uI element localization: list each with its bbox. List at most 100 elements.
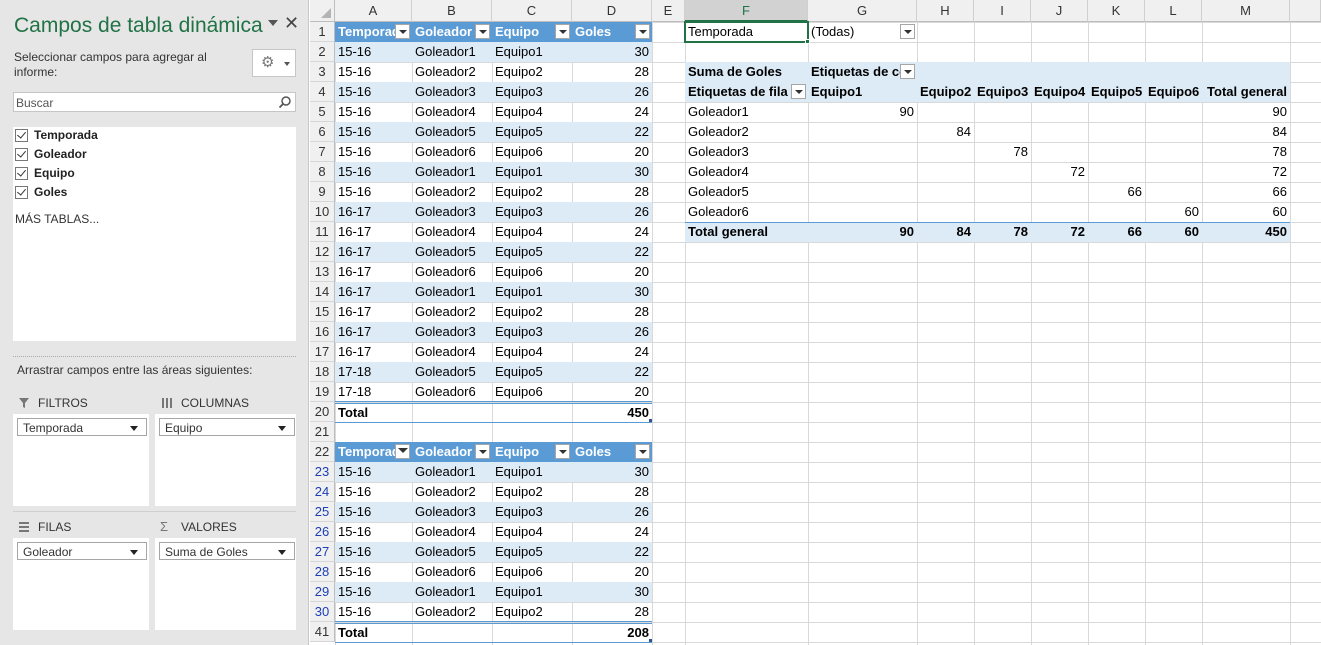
row-header-8[interactable]: 8 [310, 162, 335, 182]
filters-area[interactable]: Temporada [13, 414, 149, 506]
table-cell[interactable]: 15-16 [335, 522, 412, 542]
table-resize-handle[interactable] [649, 639, 652, 642]
pivot-total-label[interactable]: Total general [685, 222, 808, 242]
table-cell[interactable]: Equipo4 [492, 222, 572, 242]
table-header-cell[interactable]: Goles [572, 442, 635, 462]
pivot-value-cell[interactable]: 78 [1202, 142, 1290, 162]
pivot-value-cell[interactable]: 84 [1202, 122, 1290, 142]
table-cell[interactable]: 15-16 [335, 122, 412, 142]
table-cell[interactable]: 30 [572, 42, 652, 62]
row-header-22[interactable]: 22 [310, 442, 335, 462]
table-cell[interactable]: Equipo4 [492, 102, 572, 122]
table-cell[interactable]: Goleador2 [412, 302, 492, 322]
row-header-16[interactable]: 16 [310, 322, 335, 342]
pivot-value-cell[interactable]: 90 [1202, 102, 1290, 122]
row-header-1[interactable]: 1 [310, 22, 335, 42]
pivot-row-label[interactable]: Goleador1 [685, 102, 808, 122]
table-total-value[interactable]: 208 [572, 623, 652, 643]
close-icon[interactable]: ✕ [284, 13, 299, 33]
filter-dropdown-icon[interactable] [555, 444, 570, 459]
table-cell[interactable]: Goleador1 [412, 162, 492, 182]
table-cell[interactable]: Goleador2 [412, 62, 492, 82]
pivot-total-value[interactable]: 84 [917, 222, 974, 242]
row-header-10[interactable]: 10 [310, 202, 335, 222]
row-header-41[interactable]: 41 [310, 622, 335, 642]
table-cell[interactable]: Goleador3 [412, 82, 492, 102]
table-cell[interactable]: 16-17 [335, 342, 412, 362]
table-cell[interactable]: 17-18 [335, 382, 412, 402]
table-total-value[interactable]: 450 [572, 403, 652, 423]
table-cell[interactable]: Equipo2 [492, 482, 572, 502]
table-cell[interactable]: Goleador3 [412, 202, 492, 222]
table-cell[interactable]: 16-17 [335, 242, 412, 262]
field-checkbox-temporada[interactable]: Temporada [15, 127, 285, 145]
row-header-21[interactable]: 21 [310, 422, 335, 442]
table-cell[interactable]: 20 [572, 262, 652, 282]
more-tables-link[interactable]: MÁS TABLAS... [15, 212, 99, 226]
pivot-col-labels-caption[interactable]: Etiquetas de columna [808, 62, 900, 82]
row-header-12[interactable]: 12 [310, 242, 335, 262]
row-header-9[interactable]: 9 [310, 182, 335, 202]
table-cell[interactable]: 22 [572, 362, 652, 382]
table-cell[interactable]: 15-16 [335, 62, 412, 82]
table-cell[interactable]: Goleador2 [412, 182, 492, 202]
table-cell[interactable]: 24 [572, 102, 652, 122]
row-header-18[interactable]: 18 [310, 362, 335, 382]
table-cell[interactable]: 28 [572, 182, 652, 202]
table-cell[interactable]: 15-16 [335, 462, 412, 482]
rows-area[interactable]: Goleador [13, 538, 149, 630]
table-cell[interactable]: 15-16 [335, 602, 412, 622]
table-cell[interactable]: 26 [572, 502, 652, 522]
pivot-column-header[interactable]: Equipo3 [974, 82, 1031, 102]
table-cell[interactable]: 16-17 [335, 282, 412, 302]
row-header-28[interactable]: 28 [310, 562, 335, 582]
pivot-column-header[interactable]: Equipo6 [1145, 82, 1202, 102]
column-header-i[interactable]: I [974, 0, 1031, 22]
pivot-row-labels-caption[interactable]: Etiquetas de fila [685, 82, 791, 102]
table-cell[interactable]: Goleador1 [412, 42, 492, 62]
table-cell[interactable]: 24 [572, 522, 652, 542]
search-icon[interactable] [278, 95, 292, 109]
table-cell[interactable]: Equipo3 [492, 502, 572, 522]
row-header-19[interactable]: 19 [310, 382, 335, 402]
table-cell[interactable]: Equipo3 [492, 202, 572, 222]
row-header-17[interactable]: 17 [310, 342, 335, 362]
column-header-d[interactable]: D [572, 0, 652, 22]
pivot-row-label[interactable]: Goleador6 [685, 202, 808, 222]
table-cell[interactable]: 30 [572, 162, 652, 182]
table-header-cell[interactable]: Goleador [412, 22, 475, 42]
pivot-total-value[interactable]: 450 [1202, 222, 1290, 242]
table-cell[interactable]: 24 [572, 342, 652, 362]
table-cell[interactable]: Equipo1 [492, 42, 572, 62]
fill-handle[interactable] [805, 39, 810, 44]
column-header-j[interactable]: J [1031, 0, 1088, 22]
field-checkbox-goleador[interactable]: Goleador [15, 146, 285, 164]
pivot-total-value[interactable]: 78 [974, 222, 1031, 242]
filter-dropdown-icon[interactable] [395, 24, 410, 39]
pivot-value-cell[interactable]: 90 [808, 102, 917, 122]
table-total-label[interactable]: Total [335, 403, 412, 423]
table-cell[interactable]: Equipo3 [492, 82, 572, 102]
table-cell[interactable]: 16-17 [335, 202, 412, 222]
pivot-row-label[interactable]: Goleador5 [685, 182, 808, 202]
pivot-total-value[interactable]: 72 [1031, 222, 1088, 242]
row-header-7[interactable]: 7 [310, 142, 335, 162]
field-checkbox-equipo[interactable]: Equipo [15, 165, 285, 183]
table-cell[interactable]: Goleador1 [412, 282, 492, 302]
column-header-c[interactable]: C [492, 0, 572, 22]
table-cell[interactable]: Equipo1 [492, 582, 572, 602]
pivot-values-label[interactable]: Suma de Goles [685, 62, 808, 82]
columns-field-equipo[interactable]: Equipo [159, 418, 295, 436]
pivot-filter-value[interactable]: (Todas) [808, 22, 900, 42]
table-cell[interactable]: 15-16 [335, 182, 412, 202]
table-cell[interactable]: 15-16 [335, 102, 412, 122]
table-cell[interactable]: Goleador1 [412, 582, 492, 602]
table-cell[interactable]: Goleador5 [412, 242, 492, 262]
worksheet-grid[interactable]: ABCDEFGHIJKLM 1 2 3 4 5 6 7 8 9 10 11 12 13 14 15 16 17 1… [310, 0, 1321, 645]
table-cell[interactable]: Equipo2 [492, 602, 572, 622]
table-cell[interactable]: 15-16 [335, 582, 412, 602]
table-cell[interactable]: Goleador5 [412, 122, 492, 142]
row-header-23[interactable]: 23 [310, 462, 335, 482]
pivot-value-cell[interactable]: 72 [1202, 162, 1290, 182]
table-cell[interactable]: 15-16 [335, 42, 412, 62]
